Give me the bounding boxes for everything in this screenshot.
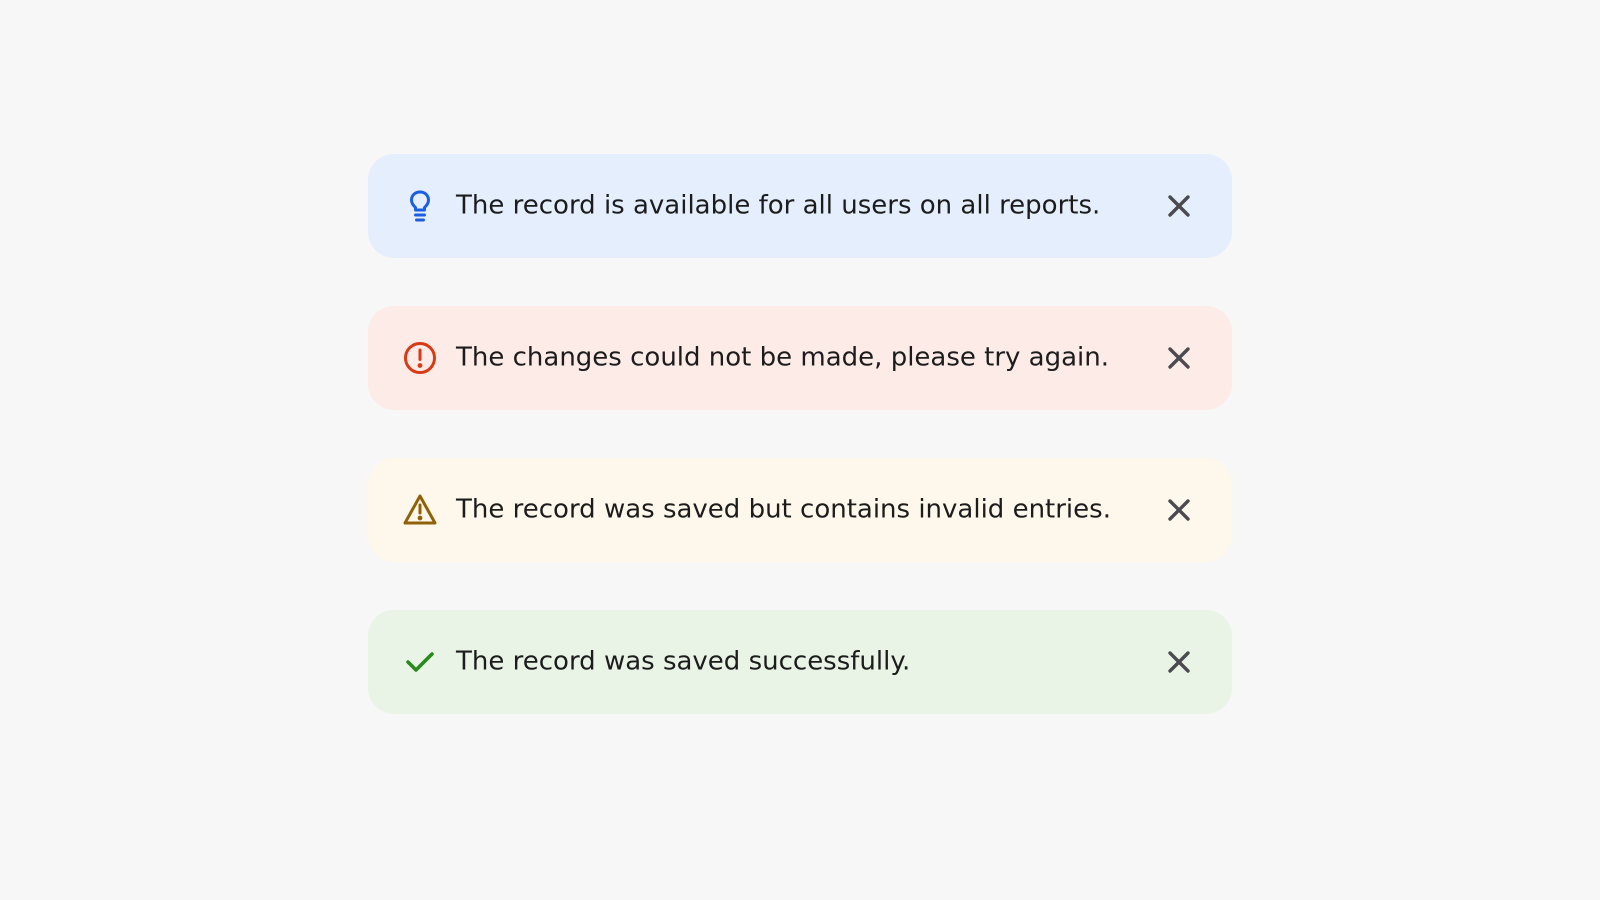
alert-list: The record is available for all users on… (368, 154, 1232, 762)
success-alert: The record was saved successfully. (368, 610, 1232, 714)
alert-message: The record was saved but contains invali… (456, 494, 1111, 525)
close-icon[interactable] (1164, 343, 1194, 373)
exclamation-circle-icon (402, 340, 438, 376)
alert-message: The record is available for all users on… (456, 190, 1101, 221)
lightbulb-icon (402, 188, 438, 224)
checkmark-icon (402, 644, 438, 680)
error-alert: The changes could not be made, please tr… (368, 306, 1232, 410)
warning-triangle-icon (402, 492, 438, 528)
alert-message: The changes could not be made, please tr… (456, 342, 1110, 373)
warning-alert: The record was saved but contains invali… (368, 458, 1232, 562)
close-icon[interactable] (1164, 495, 1194, 525)
close-icon[interactable] (1164, 647, 1194, 677)
info-alert: The record is available for all users on… (368, 154, 1232, 258)
close-icon[interactable] (1164, 191, 1194, 221)
alert-message: The record was saved successfully. (456, 646, 911, 677)
